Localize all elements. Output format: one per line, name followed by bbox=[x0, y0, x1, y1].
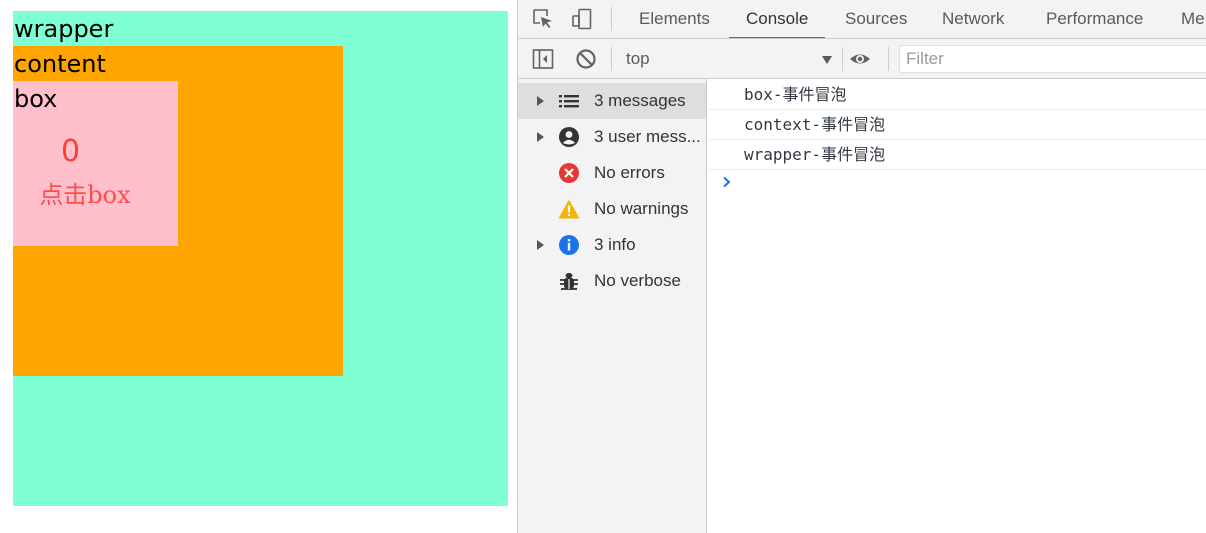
sidebar-item-label: 3 messages bbox=[594, 91, 686, 110]
devtools-panel: Elements Console Sources Network Perform… bbox=[517, 0, 1206, 533]
context-selector[interactable]: top bbox=[626, 47, 832, 71]
sidebar-item-label: 3 info bbox=[594, 235, 636, 254]
context-value: top bbox=[626, 49, 650, 68]
toolbar-divider bbox=[611, 7, 612, 31]
console-message-text: box-事件冒泡 bbox=[744, 85, 847, 104]
sidebar-item-verbose[interactable]: No verbose bbox=[518, 263, 706, 299]
wrapper-div[interactable]: wrapper content box 0 点击box bbox=[13, 11, 508, 506]
list-icon bbox=[558, 90, 580, 112]
tab-network[interactable]: Network bbox=[942, 0, 1004, 38]
toolbar-divider bbox=[842, 47, 843, 71]
dropdown-arrow-icon bbox=[822, 56, 832, 64]
sidebar-item-user-messages[interactable]: 3 user mess... bbox=[518, 119, 706, 155]
info-icon bbox=[558, 234, 580, 256]
sidebar-item-label: No warnings bbox=[594, 199, 689, 218]
clear-console-icon[interactable] bbox=[575, 48, 597, 70]
console-message-text: context-事件冒泡 bbox=[744, 115, 886, 134]
warning-icon bbox=[558, 198, 580, 220]
expand-arrow-icon[interactable] bbox=[537, 240, 544, 250]
click-counter: 0 bbox=[60, 134, 81, 169]
wrapper-label: wrapper bbox=[14, 15, 114, 43]
filter-input[interactable] bbox=[899, 45, 1206, 73]
console-message-row[interactable]: box-事件冒泡 bbox=[708, 80, 1206, 110]
device-toolbar-icon[interactable] bbox=[571, 8, 593, 30]
expand-arrow-icon[interactable] bbox=[537, 132, 544, 142]
tab-memory[interactable]: Me bbox=[1181, 0, 1205, 38]
sidebar-item-info[interactable]: 3 info bbox=[518, 227, 706, 263]
console-sidebar: 3 messages 3 user mess... No errors No w… bbox=[518, 79, 707, 533]
sidebar-toggle-icon[interactable] bbox=[532, 48, 554, 70]
live-expression-icon[interactable] bbox=[849, 48, 871, 70]
tab-sources[interactable]: Sources bbox=[845, 0, 907, 38]
sidebar-item-messages[interactable]: 3 messages bbox=[518, 83, 706, 119]
toolbar-divider bbox=[888, 47, 889, 71]
console-message-row[interactable]: wrapper-事件冒泡 bbox=[708, 140, 1206, 170]
box-label: box bbox=[14, 85, 58, 113]
tab-elements[interactable]: Elements bbox=[639, 0, 710, 38]
error-icon bbox=[558, 162, 580, 184]
devtools-tabbar: Elements Console Sources Network Perform… bbox=[518, 0, 1206, 39]
sidebar-item-label: No errors bbox=[594, 163, 665, 182]
tab-performance[interactable]: Performance bbox=[1046, 0, 1143, 38]
expand-arrow-icon[interactable] bbox=[537, 96, 544, 106]
inspect-element-icon[interactable] bbox=[532, 8, 554, 30]
console-message-text: wrapper-事件冒泡 bbox=[744, 145, 886, 164]
sidebar-item-label: No verbose bbox=[594, 271, 681, 290]
box-div[interactable]: box 0 点击box bbox=[13, 81, 178, 246]
console-log-area[interactable]: box-事件冒泡 context-事件冒泡 wrapper-事件冒泡 bbox=[708, 79, 1206, 533]
page-preview: wrapper content box 0 点击box bbox=[0, 0, 517, 533]
sidebar-item-label: 3 user mess... bbox=[594, 127, 701, 146]
content-label: content bbox=[14, 50, 106, 78]
click-box-text[interactable]: 点击box bbox=[13, 180, 157, 210]
console-prompt-chevron-icon[interactable] bbox=[720, 175, 734, 189]
sidebar-item-errors[interactable]: No errors bbox=[518, 155, 706, 191]
console-toolbar: top bbox=[518, 39, 1206, 79]
user-icon bbox=[558, 126, 580, 148]
console-message-row[interactable]: context-事件冒泡 bbox=[708, 110, 1206, 140]
toolbar-divider bbox=[611, 47, 612, 71]
content-div[interactable]: content box 0 点击box bbox=[13, 46, 343, 376]
bug-icon bbox=[558, 270, 580, 292]
tab-console[interactable]: Console bbox=[728, 0, 826, 38]
sidebar-item-warnings[interactable]: No warnings bbox=[518, 191, 706, 227]
